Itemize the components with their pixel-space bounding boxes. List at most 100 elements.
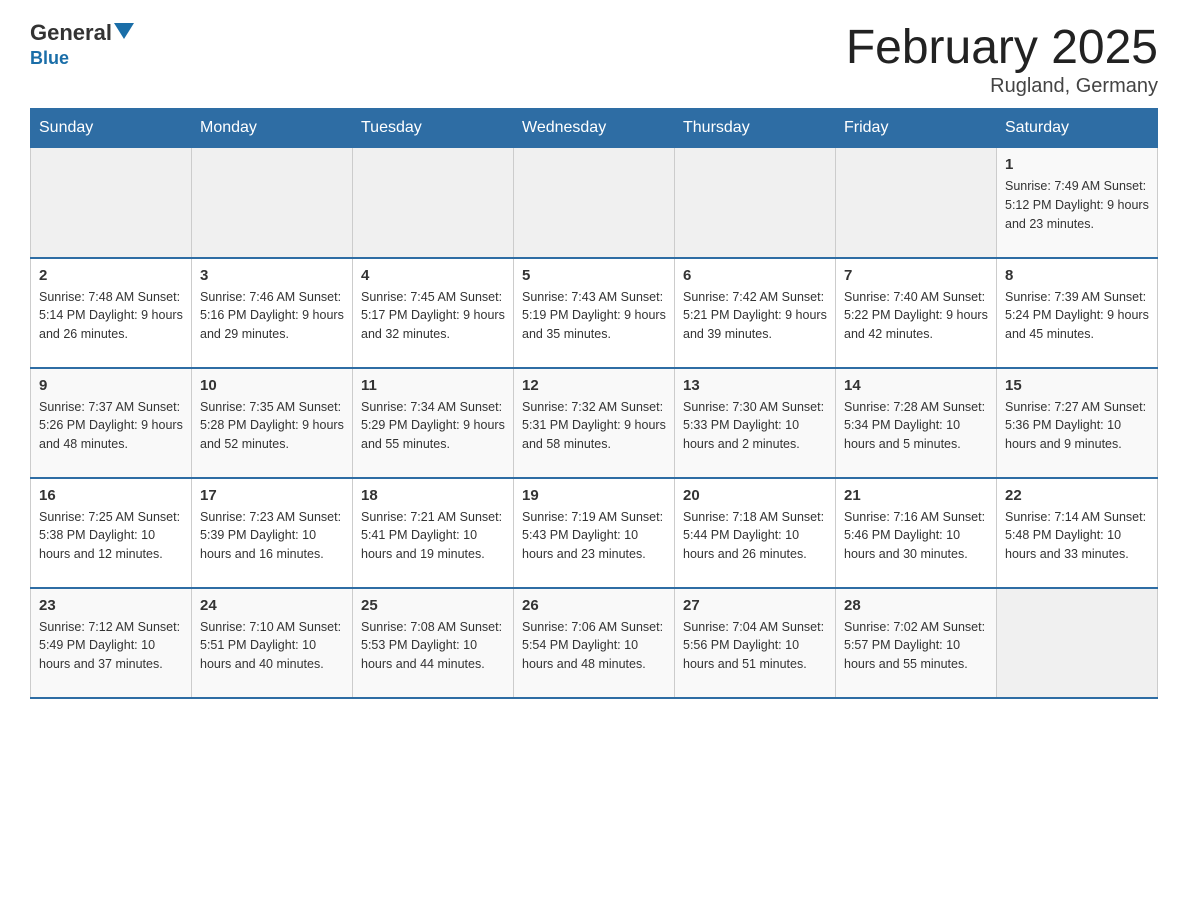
calendar-cell: 7 Sunrise: 7:40 AM Sunset: 5:22 PM Daylig… xyxy=(836,258,997,368)
calendar-week-row: 2 Sunrise: 7:48 AM Sunset: 5:14 PM Daylig… xyxy=(31,258,1158,368)
calendar-cell: 16 Sunrise: 7:25 AM Sunset: 5:38 PM Dayli… xyxy=(31,478,192,588)
weekday-header-friday: Friday xyxy=(836,109,997,148)
calendar-week-row: 1Sunrise: 7:49 AM Sunset: 5:12 PM Daylig… xyxy=(31,148,1158,258)
calendar-cell: 10Sunrise: 7:35 AM Sunset: 5:28 PM Dayli… xyxy=(192,368,353,478)
title-section: February 2025 Rugland, Germany xyxy=(846,20,1158,98)
weekday-header-sunday: Sunday xyxy=(31,109,192,148)
day-info: Sunrise: 7:45 AM Sunset: 5:17 PM Dayligh… xyxy=(361,288,505,344)
calendar-cell: 21 Sunrise: 7:16 AM Sunset: 5:46 PM Dayli… xyxy=(836,478,997,588)
day-info: Sunrise: 7:16 AM Sunset: 5:46 PM Dayligh… xyxy=(844,508,988,564)
day-number: 1 xyxy=(1005,156,1149,173)
day-number: 22 xyxy=(1005,487,1149,504)
calendar-week-row: 23 Sunrise: 7:12 AM Sunset: 5:49 PM Dayli… xyxy=(31,588,1158,698)
weekday-header-wednesday: Wednesday xyxy=(514,109,675,148)
calendar-cell xyxy=(997,588,1158,698)
logo-general-text: General xyxy=(30,20,112,46)
logo: General Blue xyxy=(30,20,134,69)
day-number: 4 xyxy=(361,267,505,284)
day-info: Sunrise: 7:12 AM Sunset: 5:49 PM Dayligh… xyxy=(39,618,183,674)
calendar-cell: 23 Sunrise: 7:12 AM Sunset: 5:49 PM Dayli… xyxy=(31,588,192,698)
calendar-cell: 20 Sunrise: 7:18 AM Sunset: 5:44 PM Dayli… xyxy=(675,478,836,588)
day-info: Sunrise: 7:19 AM Sunset: 5:43 PM Dayligh… xyxy=(522,508,666,564)
calendar-cell xyxy=(675,148,836,258)
day-number: 24 xyxy=(200,597,344,614)
logo-blue-text: Blue xyxy=(30,48,69,69)
day-info: Sunrise: 7:28 AM Sunset: 5:34 PM Dayligh… xyxy=(844,398,988,454)
day-info: Sunrise: 7:06 AM Sunset: 5:54 PM Dayligh… xyxy=(522,618,666,674)
calendar-cell: 25 Sunrise: 7:08 AM Sunset: 5:53 PM Dayli… xyxy=(353,588,514,698)
day-info: Sunrise: 7:23 AM Sunset: 5:39 PM Dayligh… xyxy=(200,508,344,564)
day-info: Sunrise: 7:34 AM Sunset: 5:29 PM Dayligh… xyxy=(361,398,505,454)
day-info: Sunrise: 7:08 AM Sunset: 5:53 PM Dayligh… xyxy=(361,618,505,674)
calendar-cell: 8 Sunrise: 7:39 AM Sunset: 5:24 PM Daylig… xyxy=(997,258,1158,368)
day-info: Sunrise: 7:10 AM Sunset: 5:51 PM Dayligh… xyxy=(200,618,344,674)
calendar-week-row: 16 Sunrise: 7:25 AM Sunset: 5:38 PM Dayli… xyxy=(31,478,1158,588)
day-number: 15 xyxy=(1005,377,1149,394)
day-info: Sunrise: 7:25 AM Sunset: 5:38 PM Dayligh… xyxy=(39,508,183,564)
day-number: 5 xyxy=(522,267,666,284)
day-number: 18 xyxy=(361,487,505,504)
calendar-cell: 13 Sunrise: 7:30 AM Sunset: 5:33 PM Dayli… xyxy=(675,368,836,478)
calendar-cell: 1Sunrise: 7:49 AM Sunset: 5:12 PM Daylig… xyxy=(997,148,1158,258)
location-text: Rugland, Germany xyxy=(846,75,1158,98)
day-number: 3 xyxy=(200,267,344,284)
day-info: Sunrise: 7:48 AM Sunset: 5:14 PM Dayligh… xyxy=(39,288,183,344)
calendar-cell: 3 Sunrise: 7:46 AM Sunset: 5:16 PM Daylig… xyxy=(192,258,353,368)
calendar-table: SundayMondayTuesdayWednesdayThursdayFrid… xyxy=(30,108,1158,699)
day-number: 13 xyxy=(683,377,827,394)
day-number: 12 xyxy=(522,377,666,394)
calendar-cell: 4 Sunrise: 7:45 AM Sunset: 5:17 PM Daylig… xyxy=(353,258,514,368)
calendar-cell: 15 Sunrise: 7:27 AM Sunset: 5:36 PM Dayli… xyxy=(997,368,1158,478)
day-info: Sunrise: 7:02 AM Sunset: 5:57 PM Dayligh… xyxy=(844,618,988,674)
day-number: 21 xyxy=(844,487,988,504)
day-info: Sunrise: 7:14 AM Sunset: 5:48 PM Dayligh… xyxy=(1005,508,1149,564)
calendar-cell: 22 Sunrise: 7:14 AM Sunset: 5:48 PM Dayli… xyxy=(997,478,1158,588)
weekday-header-saturday: Saturday xyxy=(997,109,1158,148)
calendar-cell: 12Sunrise: 7:32 AM Sunset: 5:31 PM Dayli… xyxy=(514,368,675,478)
day-info: Sunrise: 7:04 AM Sunset: 5:56 PM Dayligh… xyxy=(683,618,827,674)
weekday-header-tuesday: Tuesday xyxy=(353,109,514,148)
day-number: 8 xyxy=(1005,267,1149,284)
day-number: 26 xyxy=(522,597,666,614)
calendar-cell: 18Sunrise: 7:21 AM Sunset: 5:41 PM Dayli… xyxy=(353,478,514,588)
calendar-cell xyxy=(514,148,675,258)
calendar-cell: 17 Sunrise: 7:23 AM Sunset: 5:39 PM Dayli… xyxy=(192,478,353,588)
day-number: 25 xyxy=(361,597,505,614)
day-number: 2 xyxy=(39,267,183,284)
calendar-cell xyxy=(31,148,192,258)
calendar-cell: 11Sunrise: 7:34 AM Sunset: 5:29 PM Dayli… xyxy=(353,368,514,478)
day-number: 17 xyxy=(200,487,344,504)
day-info: Sunrise: 7:37 AM Sunset: 5:26 PM Dayligh… xyxy=(39,398,183,454)
calendar-cell: 6 Sunrise: 7:42 AM Sunset: 5:21 PM Daylig… xyxy=(675,258,836,368)
calendar-cell: 27 Sunrise: 7:04 AM Sunset: 5:56 PM Dayli… xyxy=(675,588,836,698)
day-number: 28 xyxy=(844,597,988,614)
day-info: Sunrise: 7:40 AM Sunset: 5:22 PM Dayligh… xyxy=(844,288,988,344)
calendar-cell: 26 Sunrise: 7:06 AM Sunset: 5:54 PM Dayli… xyxy=(514,588,675,698)
day-number: 20 xyxy=(683,487,827,504)
calendar-cell xyxy=(192,148,353,258)
day-info: Sunrise: 7:27 AM Sunset: 5:36 PM Dayligh… xyxy=(1005,398,1149,454)
month-title: February 2025 xyxy=(846,20,1158,75)
logo-triangle-icon xyxy=(114,23,134,39)
day-info: Sunrise: 7:39 AM Sunset: 5:24 PM Dayligh… xyxy=(1005,288,1149,344)
day-info: Sunrise: 7:43 AM Sunset: 5:19 PM Dayligh… xyxy=(522,288,666,344)
day-info: Sunrise: 7:46 AM Sunset: 5:16 PM Dayligh… xyxy=(200,288,344,344)
day-number: 10 xyxy=(200,377,344,394)
calendar-cell: 24 Sunrise: 7:10 AM Sunset: 5:51 PM Dayli… xyxy=(192,588,353,698)
calendar-cell: 2 Sunrise: 7:48 AM Sunset: 5:14 PM Daylig… xyxy=(31,258,192,368)
weekday-header-row: SundayMondayTuesdayWednesdayThursdayFrid… xyxy=(31,109,1158,148)
day-number: 23 xyxy=(39,597,183,614)
calendar-cell: 14Sunrise: 7:28 AM Sunset: 5:34 PM Dayli… xyxy=(836,368,997,478)
day-number: 7 xyxy=(844,267,988,284)
calendar-cell: 19 Sunrise: 7:19 AM Sunset: 5:43 PM Dayli… xyxy=(514,478,675,588)
day-info: Sunrise: 7:30 AM Sunset: 5:33 PM Dayligh… xyxy=(683,398,827,454)
day-number: 16 xyxy=(39,487,183,504)
weekday-header-monday: Monday xyxy=(192,109,353,148)
day-number: 6 xyxy=(683,267,827,284)
calendar-cell: 5 Sunrise: 7:43 AM Sunset: 5:19 PM Daylig… xyxy=(514,258,675,368)
calendar-cell: 28 Sunrise: 7:02 AM Sunset: 5:57 PM Dayli… xyxy=(836,588,997,698)
day-number: 19 xyxy=(522,487,666,504)
day-info: Sunrise: 7:42 AM Sunset: 5:21 PM Dayligh… xyxy=(683,288,827,344)
day-number: 27 xyxy=(683,597,827,614)
day-info: Sunrise: 7:18 AM Sunset: 5:44 PM Dayligh… xyxy=(683,508,827,564)
